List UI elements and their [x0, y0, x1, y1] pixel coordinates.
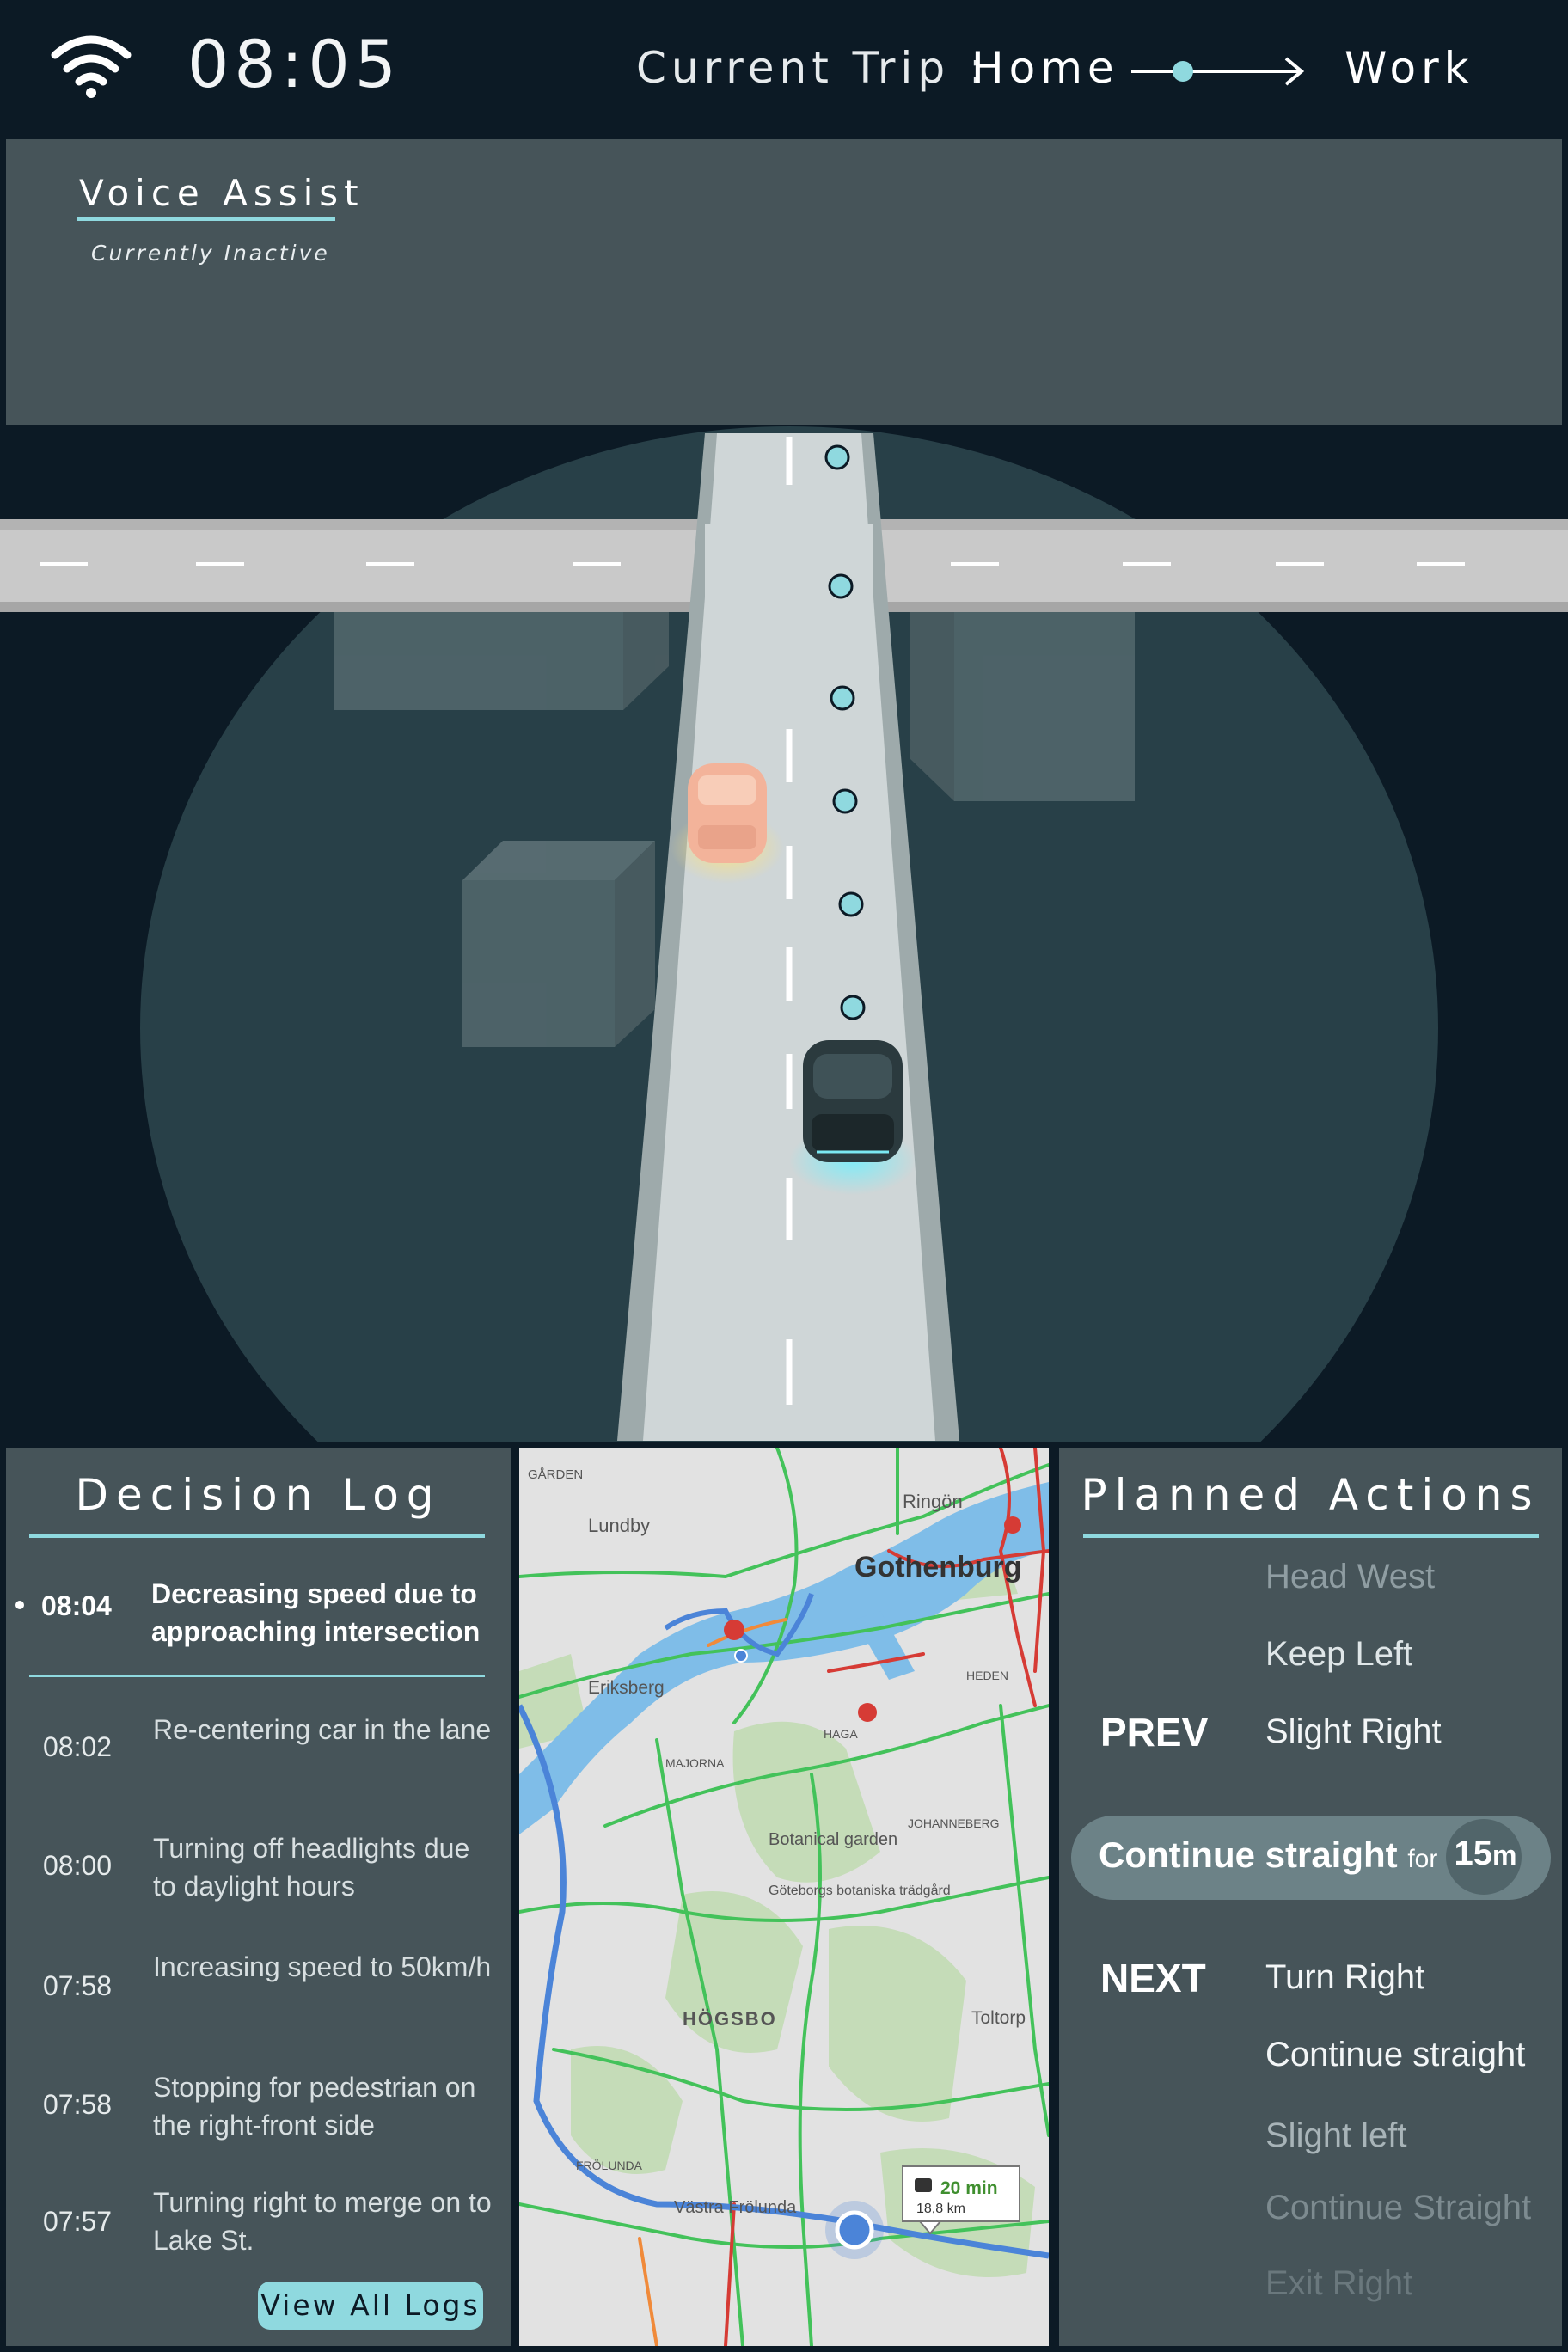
- log-divider: [29, 1675, 485, 1677]
- next-label: NEXT: [1100, 1956, 1206, 2000]
- planned-actions-underline: [1083, 1534, 1539, 1538]
- log-time: 08:04: [41, 1590, 112, 1621]
- map-label: JOHANNEBERG: [908, 1816, 1000, 1830]
- incident-marker-icon: [1004, 1516, 1021, 1534]
- destination-marker-icon: [734, 1649, 748, 1663]
- map-label: FRÖLUNDA: [576, 2158, 643, 2172]
- map-label: HÖGSBO: [683, 2008, 777, 2030]
- trip-origin: Home: [971, 43, 1119, 93]
- navigation-map[interactable]: GÅRDEN Lundby Ringön Eriksberg HEDEN HAG…: [519, 1448, 1049, 2346]
- current-action-text: Continue straight: [1099, 1834, 1398, 1875]
- log-time: 07:58: [43, 2089, 113, 2120]
- action-item: Exit Right: [1265, 2264, 1413, 2302]
- car-icon: [915, 2178, 932, 2192]
- log-time: 08:02: [43, 1731, 113, 1762]
- log-text: Increasing speed to 50km/h: [153, 1951, 492, 1982]
- incident-marker-icon: [858, 1703, 877, 1722]
- eta-time: 20 min: [940, 2178, 998, 2198]
- ego-vehicle: [789, 1040, 916, 1195]
- action-item: Head West: [1265, 1558, 1436, 1596]
- distance-value: 15: [1454, 1834, 1493, 1872]
- voice-assist-status: Currently Inactive: [91, 241, 330, 266]
- map-city-label: Gothenburg: [854, 1551, 1022, 1583]
- log-text: Re-centering car in the lane: [153, 1714, 492, 1745]
- log-text: Stopping for pedestrian on the right-fro…: [153, 2072, 476, 2141]
- decision-log-underline: [29, 1534, 485, 1538]
- trip-destination: Work: [1344, 43, 1474, 93]
- log-text: Turning off headlights due to daylight h…: [153, 1833, 470, 1902]
- action-item: Slight Right: [1265, 1712, 1442, 1750]
- map-label: Lundby: [588, 1515, 650, 1536]
- action-item: Continue Straight: [1265, 2189, 1532, 2226]
- planned-actions-title: Planned Actions: [1081, 1470, 1540, 1520]
- map-label: Eriksberg: [588, 1678, 665, 1698]
- map-label: HAGA: [824, 1727, 858, 1741]
- map-label: MAJORNA: [665, 1756, 725, 1770]
- action-item: Slight left: [1265, 2116, 1407, 2154]
- route-arrow-icon: [1131, 57, 1305, 86]
- voice-assist-underline: [77, 217, 335, 221]
- action-item: Turn Right: [1265, 1958, 1425, 1996]
- current-distance: 15m: [1453, 1834, 1518, 1873]
- map-label: Botanical garden: [769, 1830, 897, 1849]
- log-text: Turning right to merge on to Lake St.: [153, 2187, 492, 2256]
- map-canvas[interactable]: GÅRDEN Lundby Ringön Eriksberg HEDEN HAG…: [519, 1448, 1049, 2346]
- incident-marker-icon: [724, 1620, 744, 1640]
- view-all-logs-button[interactable]: View All Logs: [258, 2282, 483, 2330]
- building-left-front: [462, 841, 655, 1047]
- trip-label: Current Trip :: [636, 43, 989, 93]
- voice-assist-title: Voice Assist: [79, 172, 364, 214]
- log-time: 07:57: [43, 2206, 113, 2237]
- map-label: HEDEN: [966, 1669, 1008, 1682]
- distance-unit: m: [1492, 1840, 1517, 1871]
- log-text: Decreasing speed due to approaching inte…: [151, 1578, 481, 1647]
- log-time: 08:00: [43, 1850, 113, 1881]
- map-label: Ringön: [903, 1491, 963, 1512]
- driving-scene: [0, 426, 1568, 1442]
- map-label: GÅRDEN: [528, 1467, 583, 1482]
- map-label: Västra Frölunda: [674, 2198, 797, 2217]
- current-location-icon: [835, 2210, 874, 2250]
- prev-label: PREV: [1100, 1710, 1209, 1755]
- clock: 08:05: [187, 26, 402, 102]
- action-item: Keep Left: [1265, 1635, 1413, 1673]
- current-action: Continue straight for: [1099, 1834, 1437, 1876]
- eta-distance: 18,8 km: [916, 2202, 965, 2216]
- decision-log-title: Decision Log: [75, 1470, 442, 1520]
- wifi-icon: [51, 35, 132, 98]
- map-label: Toltorp: [971, 2008, 1026, 2028]
- current-entry-dot-icon: [15, 1601, 24, 1609]
- log-time: 07:58: [43, 1970, 113, 2001]
- current-action-connector: for: [1407, 1845, 1438, 1873]
- map-label: Göteborgs botaniska trädgård: [769, 1883, 951, 1898]
- action-item: Continue straight: [1265, 2036, 1526, 2073]
